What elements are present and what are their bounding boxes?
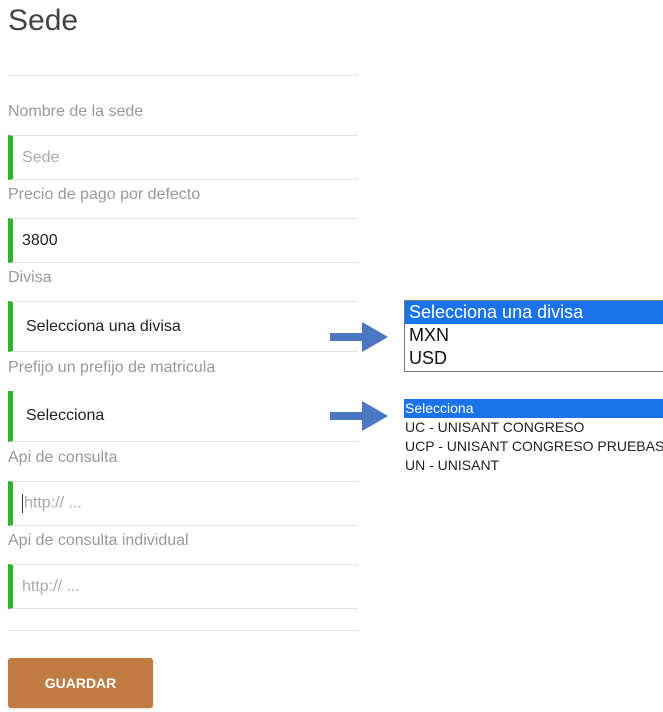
prefijo-option[interactable]: UCP - UNISANT CONGRESO PRUEBAS (404, 437, 663, 456)
nombre-input[interactable]: Sede (8, 135, 358, 180)
guardar-button[interactable]: GUARDAR (8, 658, 153, 708)
divisa-dropdown-list: Selecciona una divisa MXN USD (404, 300, 663, 372)
api-input[interactable]: http:// ... (8, 481, 358, 526)
divisa-option[interactable]: MXN (405, 324, 663, 347)
api-placeholder: http:// ... (24, 494, 82, 512)
divisa-select[interactable]: Selecciona una divisa (8, 301, 358, 352)
page-title: Sede (8, 4, 79, 37)
nombre-placeholder: Sede (22, 148, 60, 166)
divisa-label: Divisa (8, 269, 52, 286)
divisa-selected: Selecciona una divisa (26, 317, 181, 335)
arrow-right-icon (330, 401, 388, 431)
api-individual-label: Api de consulta individual (8, 532, 189, 549)
prefijo-label: Prefijo un prefijo de matricula (8, 359, 216, 376)
prefijo-option[interactable]: UC - UNISANT CONGRESO (404, 418, 663, 437)
api-label: Api de consulta (8, 449, 118, 466)
precio-label: Precio de pago por defecto (8, 186, 201, 203)
api-individual-input[interactable]: http:// ... (8, 564, 358, 609)
prefijo-select[interactable]: Selecciona (8, 391, 358, 442)
prefijo-dropdown-list: Selecciona UC - UNISANT CONGRESO UCP - U… (404, 399, 663, 475)
api-individual-placeholder: http:// ... (22, 577, 80, 595)
divisa-option[interactable]: Selecciona una divisa (405, 301, 663, 324)
text-cursor (22, 494, 23, 513)
prefijo-selected: Selecciona (26, 407, 105, 424)
prefijo-option[interactable]: Selecciona (404, 399, 663, 418)
title-divider (8, 75, 358, 76)
precio-input[interactable]: 3800 (8, 218, 358, 263)
divisa-option[interactable]: USD (405, 347, 663, 370)
nombre-label: Nombre de la sede (8, 103, 144, 120)
arrow-right-icon (330, 322, 388, 352)
precio-value: 3800 (22, 231, 58, 249)
form-divider (8, 630, 358, 631)
prefijo-option[interactable]: UN - UNISANT (404, 456, 663, 475)
